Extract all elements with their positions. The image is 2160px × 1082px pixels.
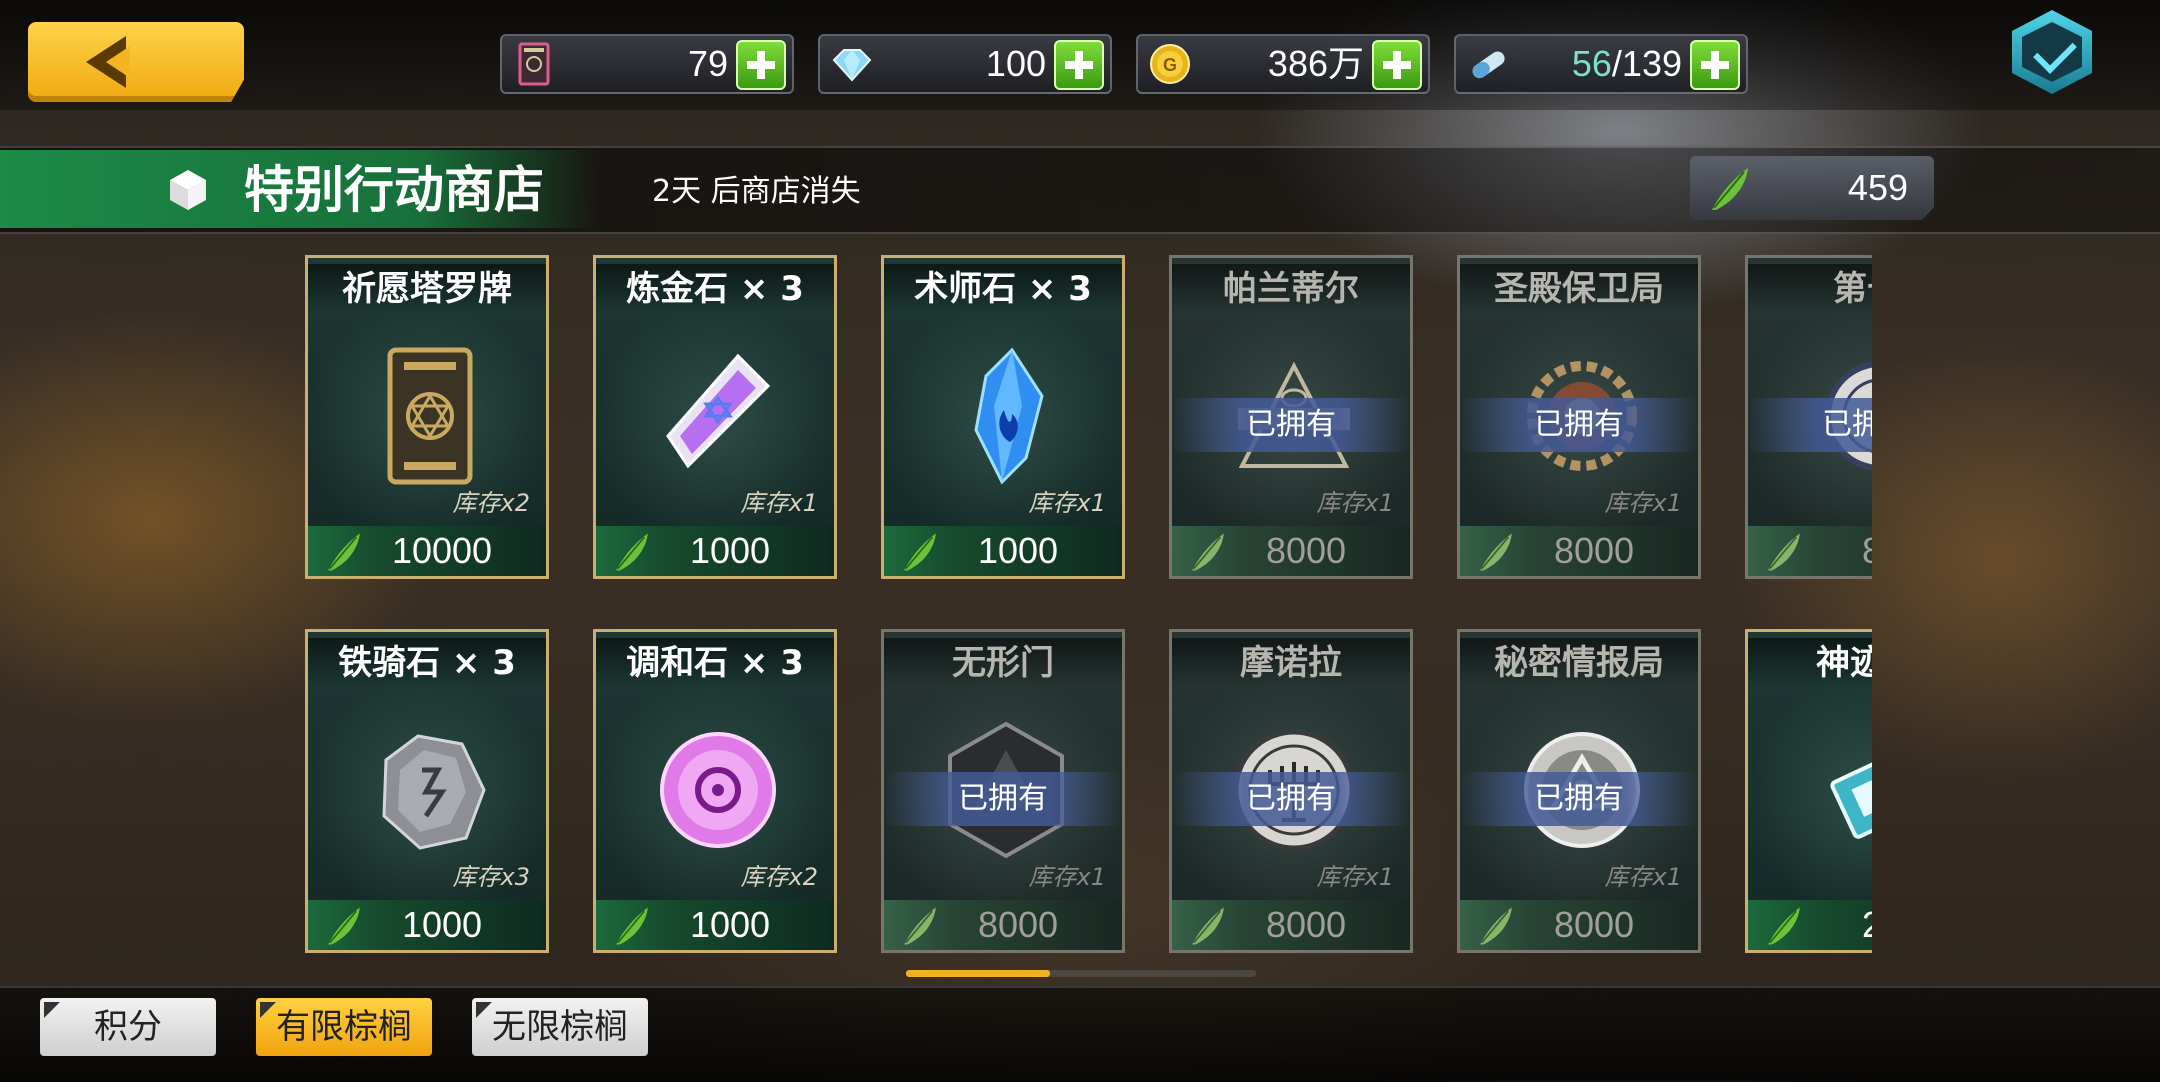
shop-item-card[interactable]: 祈愿塔罗牌 库存x2 10000 — [305, 255, 549, 579]
item-stock: 库存x1 — [1604, 489, 1682, 517]
shop-item-card[interactable]: 秘密情报局 已拥有 库存x1 8000 — [1457, 629, 1701, 953]
resource-gold: G 386万 — [1136, 34, 1430, 94]
item-name: 祈愿塔罗牌 — [308, 264, 546, 314]
scrollbar-thumb[interactable] — [906, 970, 1050, 977]
resource-tarot: 79 — [500, 34, 794, 94]
shop-item-card[interactable]: 第七 已拥有 80 — [1745, 255, 1872, 579]
item-name: 调和石 × 3 — [596, 638, 834, 688]
tarot-card-icon — [518, 42, 550, 86]
sorcerer-crystal-icon — [974, 347, 1044, 485]
diamond-count: 100 — [985, 43, 1046, 84]
item-price: 8000 — [1265, 530, 1347, 571]
gold-coin-icon: G — [1150, 44, 1190, 84]
add-tarot-button[interactable] — [736, 40, 786, 90]
item-stock: 库存x1 — [1028, 489, 1106, 517]
shop-item-card[interactable]: 帕兰蒂尔 已拥有 库存x1 8000 — [1169, 255, 1413, 579]
menu-button[interactable] — [2012, 10, 2092, 94]
tarot-count: 79 — [687, 43, 728, 84]
shop-item-card[interactable]: 调和石 × 3 库存x2 1000 — [593, 629, 837, 953]
item-price: 1000 — [977, 530, 1059, 571]
item-stock: 库存x2 — [452, 489, 530, 517]
item-name: 神迹调 — [1748, 638, 1872, 688]
bottom-tab-bar: 积分 有限棕榈 无限棕榈 — [0, 986, 2160, 1082]
tab-points[interactable]: 积分 — [40, 998, 216, 1056]
item-price: 10000 — [391, 530, 493, 571]
horizontal-scrollbar[interactable] — [906, 970, 1256, 977]
tab-limited-palm[interactable]: 有限棕榈 — [256, 998, 432, 1056]
iron-rider-stone-icon — [382, 734, 486, 850]
diamond-icon — [832, 49, 872, 82]
shop-item-card[interactable]: 圣殿保卫局 已拥有 库存x1 8000 — [1457, 255, 1701, 579]
shop-item-card[interactable]: 摩诺拉 已拥有 库存x1 8000 — [1169, 629, 1413, 953]
palm-currency-box: 459 — [1690, 156, 1934, 220]
shop-timer: 2天 后商店消失 — [652, 174, 861, 209]
item-name: 炼金石 × 3 — [596, 264, 834, 314]
shop-item-card[interactable]: 神迹调 20 — [1745, 629, 1872, 953]
ticket-icon — [1830, 744, 1872, 839]
owned-label: 已拥有 — [1172, 398, 1410, 452]
shop-item-card[interactable]: 术师石 × 3 库存x1 1000 — [881, 255, 1125, 579]
item-name: 无形门 — [884, 638, 1122, 688]
svg-text:G: G — [1163, 55, 1177, 75]
item-name: 秘密情报局 — [1460, 638, 1698, 688]
shop-title: 特别行动商店 — [244, 161, 544, 219]
harmony-orb-icon — [660, 732, 776, 848]
owned-label: 已拥有 — [1460, 772, 1698, 826]
tarot-card-icon — [387, 347, 473, 485]
alchemy-stone-icon — [666, 353, 771, 469]
resource-diamond: 100 — [818, 34, 1112, 94]
tab-label: 积分 — [94, 1007, 162, 1047]
stamina-count: 56/139 — [1571, 43, 1682, 84]
item-price: 1000 — [689, 530, 771, 571]
stamina-capsule-icon — [1472, 51, 1505, 79]
owned-label: 已拥有 — [1172, 772, 1410, 826]
owned-label: 已拥有 — [884, 772, 1122, 826]
palm-currency-count: 459 — [1847, 167, 1908, 208]
item-name: 圣殿保卫局 — [1460, 264, 1698, 314]
top-bar: 79 100 G 386万 56/139 — [0, 0, 2160, 110]
shop-item-card[interactable]: 无形门 已拥有 库存x1 8000 — [881, 629, 1125, 953]
item-price: 8000 — [1265, 904, 1347, 945]
owned-label: 已拥有 — [1460, 398, 1698, 452]
shop-item-card[interactable]: 铁骑石 × 3 库存x3 1000 — [305, 629, 549, 953]
item-price: 8000 — [1553, 530, 1635, 571]
item-name: 术师石 × 3 — [884, 264, 1122, 314]
item-price: 1000 — [401, 904, 483, 945]
item-price: 1000 — [689, 904, 771, 945]
item-name: 摩诺拉 — [1172, 638, 1410, 688]
item-stock: 库存x2 — [740, 863, 818, 891]
item-stock: 库存x1 — [740, 489, 818, 517]
item-stock: 库存x3 — [452, 863, 530, 891]
shop-item-card[interactable]: 炼金石 × 3 库存x1 1000 — [593, 255, 837, 579]
tab-label: 无限棕榈 — [492, 1007, 628, 1047]
item-price: 20 — [1861, 904, 1872, 945]
tab-label: 有限棕榈 — [276, 1007, 412, 1047]
item-price: 80 — [1861, 530, 1872, 571]
add-gold-button[interactable] — [1372, 40, 1422, 90]
back-button[interactable] — [28, 22, 244, 102]
tab-unlimited-palm[interactable]: 无限棕榈 — [472, 998, 648, 1056]
shop-header: 特别行动商店 2天 后商店消失 459 — [0, 146, 2160, 234]
item-stock: 库存x1 — [1604, 863, 1682, 891]
cube-icon — [170, 170, 206, 210]
item-name: 铁骑石 × 3 — [308, 638, 546, 688]
shop-item-grid: 祈愿塔罗牌 库存x2 10000 炼金石 × 3 库存x1 1000 术师石 ×… — [300, 252, 1872, 962]
palm-leaf-icon — [1712, 168, 1748, 210]
item-price: 8000 — [1553, 904, 1635, 945]
add-diamond-button[interactable] — [1054, 40, 1104, 90]
item-name: 第七 — [1748, 264, 1872, 314]
item-stock: 库存x1 — [1316, 863, 1394, 891]
owned-label: 已拥有 — [1748, 398, 1872, 452]
resource-stamina: 56/139 — [1454, 34, 1748, 94]
gold-count: 386万 — [1267, 43, 1364, 84]
item-stock: 库存x1 — [1028, 863, 1106, 891]
add-stamina-button[interactable] — [1690, 40, 1740, 90]
item-stock: 库存x1 — [1316, 489, 1394, 517]
item-price: 8000 — [977, 904, 1059, 945]
item-name: 帕兰蒂尔 — [1172, 264, 1410, 314]
